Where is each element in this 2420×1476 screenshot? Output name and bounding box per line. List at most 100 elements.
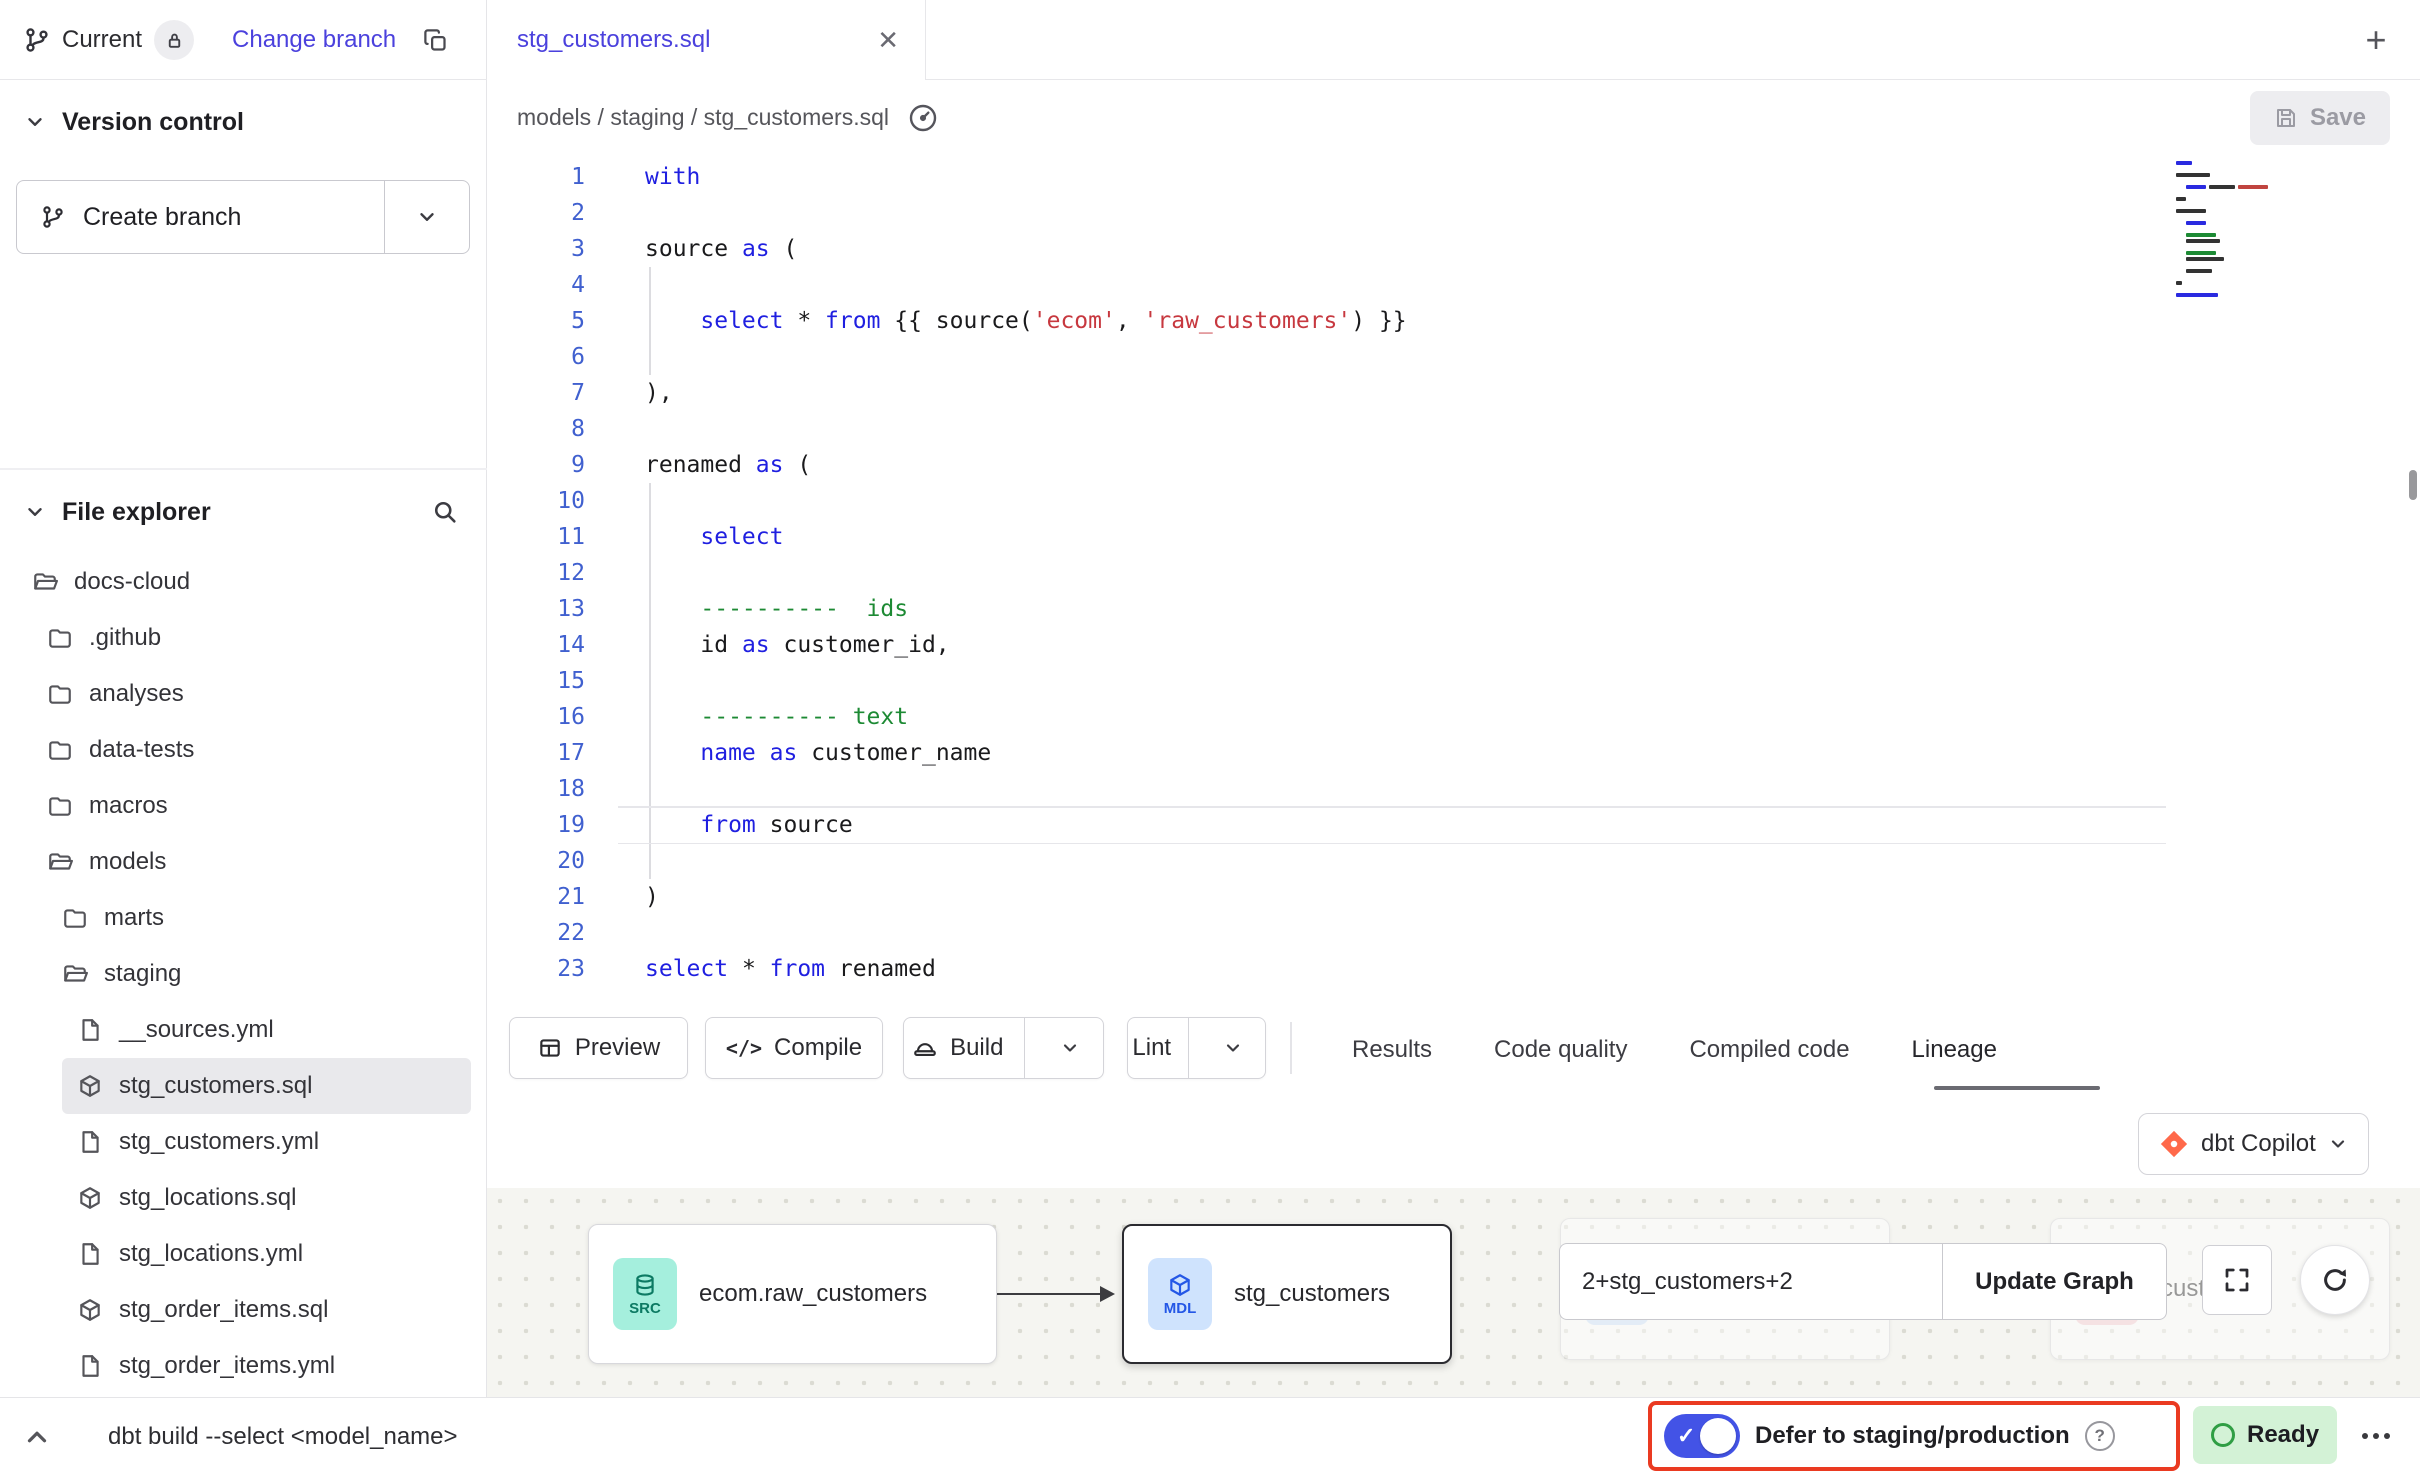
lineage-edge <box>997 1293 1101 1296</box>
tab-lineage[interactable]: Lineage <box>1912 1036 1997 1064</box>
save-label: Save <box>2310 104 2366 132</box>
file-item-label: stg_locations.sql <box>119 1184 296 1212</box>
help-icon[interactable]: ? <box>2085 1421 2115 1451</box>
change-branch-link[interactable]: Change branch <box>232 26 396 54</box>
build-button[interactable]: Build <box>904 1018 1012 1078</box>
tab-compiled-code[interactable]: Compiled code <box>1689 1036 1849 1064</box>
tab-stg-customers-sql[interactable]: stg_customers.sql ✕ <box>487 0 926 80</box>
dbt-copilot-button[interactable]: dbt Copilot <box>2138 1113 2369 1175</box>
lint-dropdown[interactable] <box>1201 1018 1265 1078</box>
ready-status-badge[interactable]: Ready <box>2193 1406 2337 1464</box>
ready-label: Ready <box>2247 1421 2319 1449</box>
lineage-node-stg-customers[interactable]: MDL stg_customers <box>1122 1224 1452 1364</box>
defer-label: Defer to staging/production <box>1755 1422 2070 1450</box>
code-line[interactable]: 8 <box>487 411 2420 447</box>
file-item-__sources.yml[interactable]: __sources.yml <box>62 1002 471 1058</box>
file-item-marts[interactable]: marts <box>47 890 471 946</box>
file-item-stg_order_items.sql[interactable]: stg_order_items.sql <box>62 1282 471 1338</box>
create-branch-dropdown[interactable] <box>385 181 469 253</box>
tab-results[interactable]: Results <box>1352 1036 1432 1064</box>
build-dropdown[interactable] <box>1037 1018 1103 1078</box>
code-line[interactable]: 6 <box>487 339 2420 375</box>
code-line[interactable]: 18 <box>487 771 2420 807</box>
file-item-label: staging <box>104 960 181 988</box>
file-item-label: models <box>89 848 166 876</box>
overflow-menu-button[interactable] <box>2348 1414 2404 1458</box>
code-line[interactable]: 17 name as customer_name <box>487 735 2420 771</box>
code-line[interactable]: 2 <box>487 195 2420 231</box>
preview-button[interactable]: Preview <box>509 1017 688 1079</box>
code-line[interactable]: 4 <box>487 267 2420 303</box>
folder-open-icon <box>47 849 73 875</box>
file-item-stg_order_items.yml[interactable]: stg_order_items.yml <box>62 1338 471 1394</box>
file-item-models[interactable]: models <box>32 834 471 890</box>
lint-button[interactable]: Lint <box>1128 1018 1176 1078</box>
save-button[interactable]: Save <box>2250 91 2390 145</box>
code-line[interactable]: 3source as ( <box>487 231 2420 267</box>
close-icon[interactable]: ✕ <box>877 27 899 53</box>
chevron-down-icon[interactable] <box>24 111 46 133</box>
code-line[interactable]: 23select * from renamed <box>487 951 2420 987</box>
file-item-stg_locations.sql[interactable]: stg_locations.sql <box>62 1170 471 1226</box>
file-item-macros[interactable]: macros <box>32 778 471 834</box>
compile-button[interactable]: </> Compile <box>705 1017 883 1079</box>
search-icon[interactable] <box>431 498 459 526</box>
code-editor[interactable]: 1with23source as (45 select * from {{ so… <box>487 155 2420 1008</box>
file-item-analyses[interactable]: analyses <box>32 666 471 722</box>
defer-toggle[interactable]: ✓ <box>1664 1414 1740 1458</box>
copy-icon[interactable] <box>422 27 449 54</box>
gauge-icon[interactable] <box>907 102 939 134</box>
lineage-node-ecom-raw-customers[interactable]: SRC ecom.raw_customers <box>588 1224 997 1364</box>
code-line[interactable]: 20 <box>487 843 2420 879</box>
tab-label: stg_customers.sql <box>517 26 710 54</box>
model-icon <box>77 1185 103 1211</box>
folder-icon <box>47 737 73 763</box>
file-item-data-tests[interactable]: data-tests <box>32 722 471 778</box>
tab-code-quality[interactable]: Code quality <box>1494 1036 1627 1064</box>
minimap[interactable] <box>2176 161 2316 299</box>
folder-open-icon <box>32 569 58 595</box>
code-line[interactable]: 1with <box>487 159 2420 195</box>
src-badge: SRC <box>613 1258 677 1330</box>
code-line[interactable]: 10 <box>487 483 2420 519</box>
code-line[interactable]: 14 id as customer_id, <box>487 627 2420 663</box>
file-item-docs-cloud[interactable]: docs-cloud <box>17 554 471 610</box>
divider <box>1290 1022 1292 1074</box>
code-line[interactable]: 22 <box>487 915 2420 951</box>
build-icon <box>912 1035 938 1061</box>
file-item-.github[interactable]: .github <box>32 610 471 666</box>
code-line[interactable]: 5 select * from {{ source('ecom', 'raw_c… <box>487 303 2420 339</box>
editor-scrollbar[interactable] <box>2409 470 2417 500</box>
file-item-label: data-tests <box>89 736 194 764</box>
code-line[interactable]: 12 <box>487 555 2420 591</box>
code-line[interactable]: 16 ---------- text <box>487 699 2420 735</box>
file-item-staging[interactable]: staging <box>47 946 471 1002</box>
file-item-stg_customers.yml[interactable]: stg_customers.yml <box>62 1114 471 1170</box>
code-line[interactable]: 19 from source <box>487 807 2420 843</box>
preview-label: Preview <box>575 1034 660 1062</box>
lineage-panel[interactable]: MDL customers SEM customers SRC ecom.raw… <box>487 1188 2420 1397</box>
file-item-stg_customers.sql[interactable]: stg_customers.sql <box>62 1058 471 1114</box>
code-line[interactable]: 11 select <box>487 519 2420 555</box>
check-icon: ✓ <box>1677 1423 1695 1449</box>
fullscreen-button[interactable] <box>2202 1245 2272 1315</box>
lineage-selector-input[interactable] <box>1559 1243 1942 1320</box>
result-tabs: Results Code quality Compiled code Lineage <box>1352 1008 1997 1092</box>
file-item-stg_locations.yml[interactable]: stg_locations.yml <box>62 1226 471 1282</box>
refresh-button[interactable] <box>2300 1245 2370 1315</box>
code-line[interactable]: 15 <box>487 663 2420 699</box>
build-command-text[interactable]: dbt build --select <model_name> <box>108 1423 458 1451</box>
defer-annotation-box: ✓ Defer to staging/production ? <box>1648 1401 2180 1471</box>
file-item-label: .github <box>89 624 161 652</box>
code-line[interactable]: 7), <box>487 375 2420 411</box>
code-line[interactable]: 13 ---------- ids <box>487 591 2420 627</box>
code-line[interactable]: 9renamed as ( <box>487 447 2420 483</box>
code-line[interactable]: 21) <box>487 879 2420 915</box>
divider <box>0 79 487 81</box>
chevron-down-icon[interactable] <box>24 501 46 523</box>
update-graph-button[interactable]: Update Graph <box>1942 1243 2167 1320</box>
create-branch-button[interactable]: Create branch <box>16 180 470 254</box>
new-tab-button[interactable]: + <box>2352 16 2400 64</box>
folder-icon <box>62 905 88 931</box>
caret-up-icon[interactable] <box>22 1422 52 1452</box>
